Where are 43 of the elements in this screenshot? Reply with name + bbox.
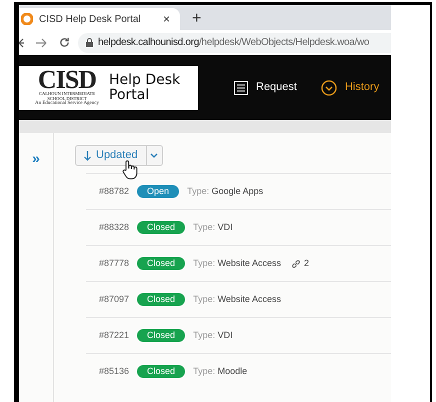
down-arrow-icon <box>84 150 91 160</box>
status-badge: Closed <box>137 365 186 378</box>
lock-icon <box>86 38 93 47</box>
sort-button[interactable]: Updated <box>75 145 147 166</box>
chevron-circle-icon <box>320 80 337 96</box>
logo-title: Help Desk Portal <box>109 72 182 102</box>
lifebuoy-icon <box>21 13 33 25</box>
status-badge: Open <box>137 185 180 198</box>
ticket-number: #87097 <box>99 292 130 306</box>
reload-icon[interactable] <box>59 37 70 48</box>
status-badge: Closed <box>137 221 186 234</box>
attachment-count: 2 <box>304 256 309 270</box>
ticket-number: #88328 <box>99 220 130 234</box>
close-tab-button[interactable]: × <box>162 13 170 25</box>
nav-link[interactable]: Request <box>234 79 297 96</box>
link-icon <box>290 258 301 268</box>
tab-title: CISD Help Desk Portal <box>39 12 142 26</box>
ticket-type: Type: VDI <box>193 328 233 342</box>
chevron-down-icon <box>150 153 158 158</box>
status-badge: Closed <box>137 293 186 306</box>
back-arrow-icon[interactable] <box>19 38 24 48</box>
ticket-type: Type: Moodle <box>193 364 248 378</box>
sort-dropdown-button[interactable] <box>146 145 163 166</box>
ticket-number: #85136 <box>99 364 130 378</box>
forward-arrow-icon[interactable] <box>36 38 47 48</box>
ticket-number: #87221 <box>99 328 130 342</box>
hand-cursor-icon <box>121 160 139 180</box>
logo-letters: CISD <box>38 69 96 91</box>
address-bar[interactable]: helpdesk.calhounisd.org/helpdesk/WebObjects/Helpdesk.woa/wo <box>78 32 391 52</box>
status-badge: Closed <box>137 329 186 342</box>
ticket-type: Type: Website Access <box>193 292 281 306</box>
browser-tab[interactable]: CISD Help Desk Portal × <box>19 8 180 30</box>
url-text: helpdesk.calhounisd.org/helpdesk/WebObjects/Helpdesk.woa/wo <box>98 36 370 50</box>
nav-link[interactable]: History <box>320 79 380 96</box>
ticket-type: Type: Google Apps <box>187 184 264 198</box>
new-tab-button[interactable]: + <box>192 11 202 27</box>
ticket-type: Type: Website Access <box>193 256 281 270</box>
ticket-number: #87778 <box>99 256 130 270</box>
list-icon <box>234 80 248 94</box>
ticket-number: #88782 <box>99 184 130 198</box>
expand-sidebar-button[interactable]: » <box>32 151 40 165</box>
status-badge: Closed <box>137 257 186 270</box>
ticket-type: Type: VDI <box>193 220 233 234</box>
